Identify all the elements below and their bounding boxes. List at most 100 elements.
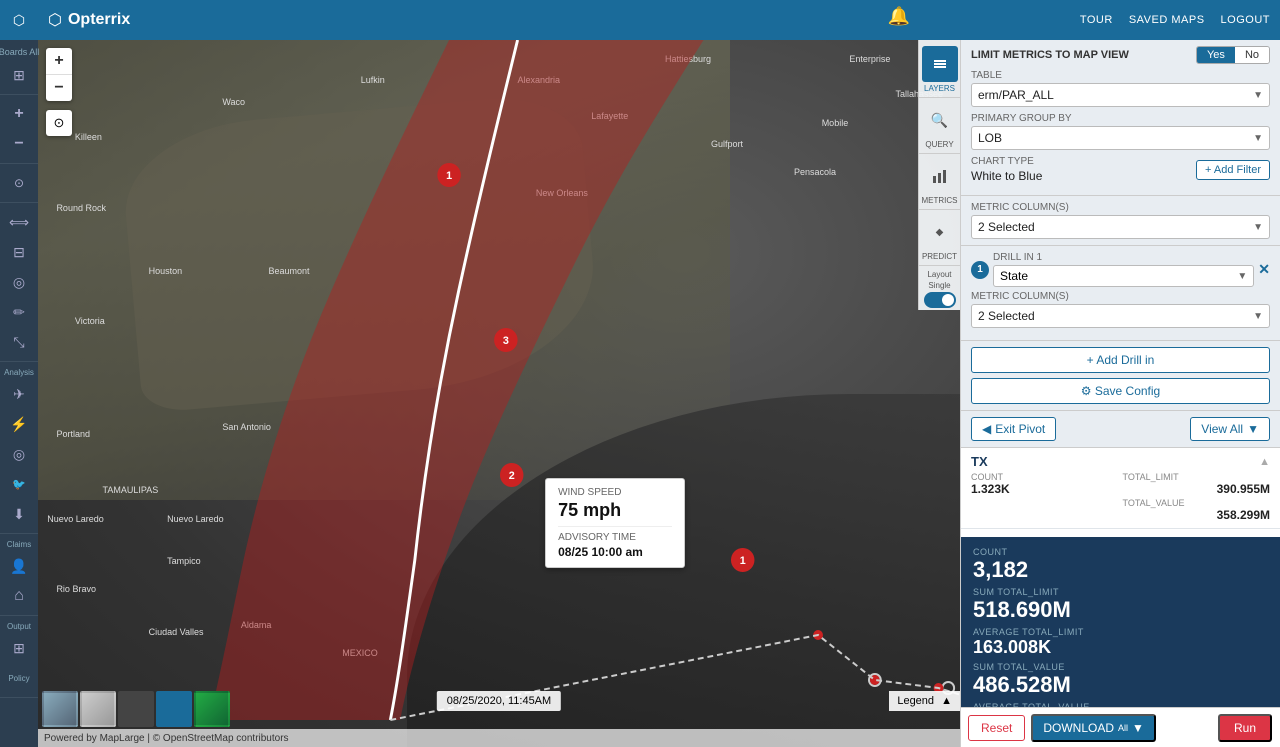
zoom-out-btn[interactable]: − (3, 130, 35, 158)
query-tool-btn[interactable]: 🔍 (922, 102, 958, 138)
single-label: Single (928, 281, 950, 290)
yes-btn[interactable]: Yes (1197, 47, 1235, 63)
download-btn[interactable]: DOWNLOAD All ▼ (1031, 714, 1156, 742)
predict-tool-group: ◆ PREDICT (919, 212, 960, 266)
layers-tool-btn[interactable]: ⊟ (3, 238, 35, 266)
table-value: erm/PAR_ALL (978, 88, 1054, 102)
exit-pivot-btn[interactable]: ◀ Exit Pivot (971, 417, 1056, 441)
la-expand-icon[interactable]: ▲ (1259, 537, 1270, 538)
download-sidebar-btn[interactable]: ⬇ (3, 500, 35, 528)
city-pensacola: Pensacola (794, 167, 836, 177)
drill-1-remove-btn[interactable]: ✕ (1258, 261, 1270, 278)
run-btn[interactable]: Run (1218, 714, 1272, 742)
layers-tool-group: LAYERS (919, 44, 960, 98)
pan-tool-btn[interactable]: ⟺ (3, 208, 35, 236)
circle-tool-btn[interactable]: ◎ (3, 268, 35, 296)
legend[interactable]: Legend ▲ (889, 691, 960, 711)
saved-maps-btn[interactable]: SAVED MAPS (1129, 14, 1205, 26)
metric-columns-select[interactable]: 2 Selected ▼ (971, 215, 1270, 239)
output-grid-btn[interactable]: ⊞ (3, 634, 35, 662)
no-btn[interactable]: No (1235, 47, 1269, 63)
table-row: TABLE erm/PAR_ALL ▼ (971, 70, 1270, 107)
lightning-btn[interactable]: ⚡ (3, 410, 35, 438)
map-zoom-out-btn[interactable]: − (46, 75, 72, 101)
table-label: TABLE (971, 70, 1270, 81)
map-locate-btn[interactable]: ⊙ (46, 110, 72, 136)
tx-total-limit: TOTAL_LIMIT 390.955M (1123, 472, 1271, 496)
map-canvas[interactable]: Waco Killeen Round Rock Houston Victoria… (38, 40, 960, 747)
right-panel: LIMIT METRICS TO MAP VIEW Yes No TABLE e… (960, 40, 1280, 747)
metrics-tool-btn[interactable] (922, 158, 958, 194)
add-drill-btn[interactable]: + Add Drill in (971, 347, 1270, 373)
logout-btn[interactable]: LOGOUT (1221, 14, 1270, 26)
la-state-label: LA (971, 535, 988, 537)
predict-tool-btn[interactable]: ◆ (922, 214, 958, 250)
locate-btn[interactable]: ⊙ (3, 169, 35, 197)
plane-btn[interactable]: ✈ (3, 380, 35, 408)
map-zoom-in-btn[interactable]: + (46, 48, 72, 74)
tx-expand-icon[interactable]: ▲ (1259, 456, 1270, 468)
chart-type-row: CHART TYPE White to Blue Add Filter (971, 156, 1270, 183)
primary-group-select[interactable]: LOB ▼ (971, 126, 1270, 150)
city-nuevo-laredo-2: Nuevo Laredo (167, 514, 224, 524)
exit-view-row: ◀ Exit Pivot View All ▼ (961, 411, 1280, 448)
map-thumbnails (38, 689, 234, 729)
city-mobile: Mobile (822, 118, 849, 128)
drill-metric-select[interactable]: 2 Selected ▼ (971, 304, 1270, 328)
view-all-btn[interactable]: View All ▼ (1190, 417, 1270, 441)
map-thumb-2[interactable] (80, 691, 116, 727)
logo-icon: ⬡ (13, 12, 25, 29)
sum-total-limit-label: SUM TOTAL_LIMIT (973, 587, 1268, 597)
tx-total-limit-value: 390.955M (1123, 482, 1271, 496)
city-mexico-label: MEXICO (342, 648, 378, 658)
drill-1-select[interactable]: State ▼ (993, 265, 1254, 287)
tour-btn[interactable]: TOUR (1080, 14, 1113, 26)
alert-icon[interactable]: 🔔 (888, 6, 910, 27)
grid-view-btn[interactable]: ⊞ (3, 61, 35, 89)
sum-total-value-value: 486.528M (973, 672, 1268, 698)
avg-total-limit-row: AVERAGE TOTAL_LIMIT 163.008K (973, 627, 1268, 658)
tx-spacer (971, 498, 1119, 522)
date-stamp: 08/25/2020, 11:45AM (437, 691, 561, 711)
claims-home-btn[interactable]: ⌂ (3, 582, 35, 610)
logo-bar[interactable]: ⬡ (0, 0, 38, 40)
drill-metric-row: METRIC COLUMN(S) 2 Selected ▼ (971, 291, 1270, 328)
metrics-label: METRICS (922, 196, 958, 205)
table-select[interactable]: erm/PAR_ALL ▼ (971, 83, 1270, 107)
crosshair-btn[interactable]: ◎ (3, 440, 35, 468)
limit-metrics-row: LIMIT METRICS TO MAP VIEW Yes No (971, 46, 1270, 64)
reset-btn[interactable]: Reset (968, 715, 1025, 741)
chart-type-label: CHART TYPE (971, 156, 1042, 167)
map-thumb-4[interactable] (156, 691, 192, 727)
la-card: LA ▲ COUNT 470 TOTAL_LIMIT 77.618M (961, 529, 1280, 537)
map-thumb-5[interactable] (194, 691, 230, 727)
locate-section: ⊙ (0, 164, 38, 203)
add-filter-btn[interactable]: Add Filter (1196, 160, 1270, 180)
drill-1-row: 1 DRILL IN 1 State ▼ ✕ (971, 252, 1270, 287)
layout-section: Layout Single (919, 268, 960, 310)
move-tool-btn[interactable]: ⤡ (3, 328, 35, 356)
drill-metric-value: 2 Selected (978, 309, 1035, 323)
map-thumb-3[interactable] (118, 691, 154, 727)
app-name: Opterrix (68, 11, 1064, 29)
save-config-btn[interactable]: ⚙ Save Config (971, 378, 1270, 404)
twitter-btn[interactable]: 🐦 (3, 470, 35, 498)
wind-speed-value: 75 mph (558, 500, 672, 521)
sum-total-value-label: SUM TOTAL_VALUE (973, 662, 1268, 672)
layout-toggle[interactable] (924, 292, 956, 308)
layers-tool-btn[interactable] (922, 46, 958, 82)
claims-person-btn[interactable]: 👤 (3, 552, 35, 580)
map-thumb-1[interactable] (42, 691, 78, 727)
pen-tool-btn[interactable]: ✏ (3, 298, 35, 326)
tx-metrics: COUNT 1.323K TOTAL_LIMIT 390.955M (971, 472, 1270, 496)
output-section: Output ⊞ Policy (0, 616, 38, 698)
query-label: QUERY (925, 140, 953, 149)
drill-metric-label: METRIC COLUMN(S) (971, 291, 1270, 302)
sum-total-value-row: SUM TOTAL_VALUE 486.528M (973, 662, 1268, 698)
city-rio-bravo: Rio Bravo (56, 584, 96, 594)
query-tool-group: 🔍 QUERY (919, 100, 960, 154)
map-area[interactable]: Waco Killeen Round Rock Houston Victoria… (38, 40, 960, 747)
zoom-in-btn[interactable]: + (3, 100, 35, 128)
claims-label: Claims (7, 540, 31, 549)
app: ⬡ Boards All ⊞ + − ⊙ ⟺ ⊟ ◎ ✏ ⤡ (0, 0, 1280, 747)
